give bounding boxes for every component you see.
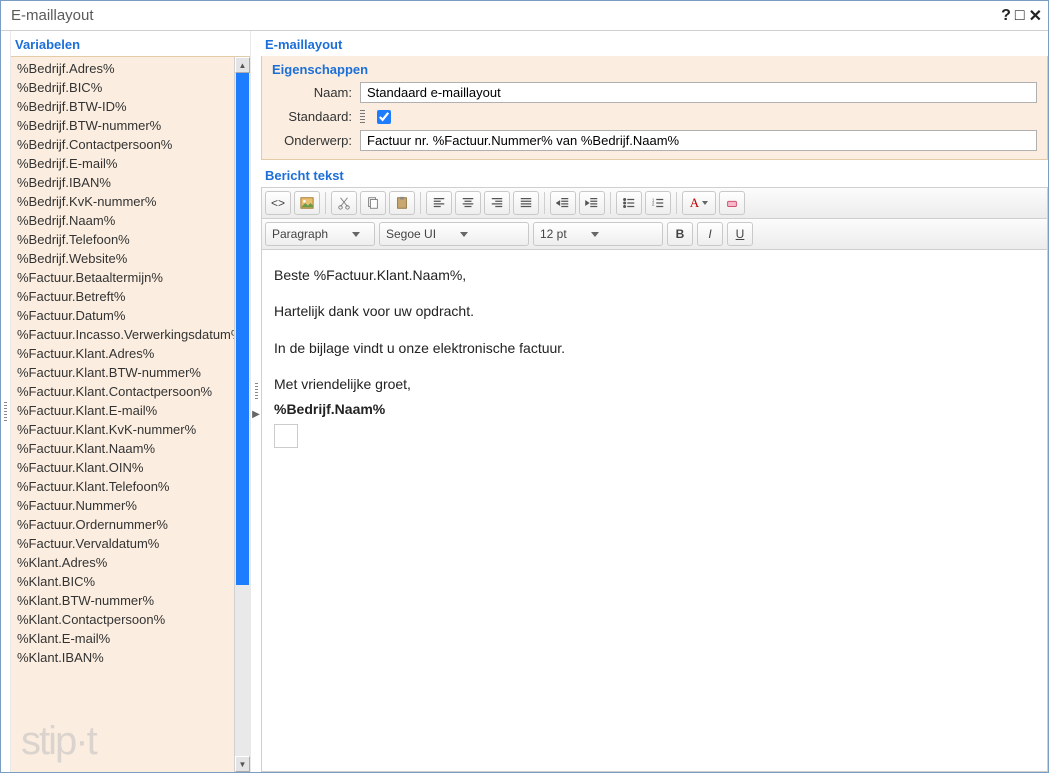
name-label: Naam:: [272, 85, 352, 100]
variable-item[interactable]: %Bedrijf.Adres%: [11, 59, 234, 78]
titlebar: E-maillayout ? □ ✕: [1, 1, 1048, 31]
bold-button[interactable]: B: [667, 222, 693, 246]
font-color-button[interactable]: A: [682, 191, 716, 215]
variable-item[interactable]: %Factuur.Vervaldatum%: [11, 534, 234, 553]
variables-scrollbar[interactable]: ▲ ▼: [234, 57, 250, 772]
paragraph-select[interactable]: Paragraph: [265, 222, 375, 246]
scroll-up-icon[interactable]: ▲: [235, 57, 250, 73]
align-justify-button[interactable]: [513, 191, 539, 215]
subject-input[interactable]: [360, 130, 1037, 151]
variable-item[interactable]: %Factuur.Klant.Adres%: [11, 344, 234, 363]
copy-button[interactable]: [360, 191, 386, 215]
scroll-down-icon[interactable]: ▼: [235, 756, 250, 772]
variable-item[interactable]: %Factuur.Klant.KvK-nummer%: [11, 420, 234, 439]
window-title: E-maillayout: [11, 7, 94, 24]
variable-item[interactable]: %Bedrijf.Website%: [11, 249, 234, 268]
source-button[interactable]: <>: [265, 191, 291, 215]
editor-toolbar-2: Paragraph Segoe UI 12 pt B I U: [261, 219, 1048, 250]
chevron-right-icon: ▶: [252, 409, 260, 420]
editor-toolbar: <> 12 A: [261, 187, 1048, 219]
grip-icon: [360, 110, 365, 124]
bullet-list-button[interactable]: [616, 191, 642, 215]
variable-item[interactable]: %Factuur.Betreft%: [11, 287, 234, 306]
font-select[interactable]: Segoe UI: [379, 222, 529, 246]
align-center-button[interactable]: [455, 191, 481, 215]
variable-item[interactable]: %Bedrijf.KvK-nummer%: [11, 192, 234, 211]
help-icon[interactable]: ?: [1001, 7, 1011, 25]
close-icon[interactable]: ✕: [1029, 6, 1042, 26]
paste-button[interactable]: [389, 191, 415, 215]
properties-title: Eigenschappen: [262, 56, 1047, 79]
signature-image-placeholder: [274, 424, 298, 448]
variable-item[interactable]: %Bedrijf.E-mail%: [11, 154, 234, 173]
variable-item[interactable]: %Factuur.Betaaltermijn%: [11, 268, 234, 287]
variable-item[interactable]: %Bedrijf.Telefoon%: [11, 230, 234, 249]
message-title: Bericht tekst: [261, 160, 1048, 187]
variable-item[interactable]: %Bedrijf.BTW-nummer%: [11, 116, 234, 135]
variable-item[interactable]: %Bedrijf.IBAN%: [11, 173, 234, 192]
subject-label: Onderwerp:: [272, 133, 352, 148]
variable-item[interactable]: %Factuur.Incasso.Verwerkingsdatum%: [11, 325, 234, 344]
indent-button[interactable]: [579, 191, 605, 215]
variable-item[interactable]: %Factuur.Datum%: [11, 306, 234, 325]
variable-item[interactable]: %Factuur.Nummer%: [11, 496, 234, 515]
underline-button[interactable]: U: [727, 222, 753, 246]
editor-signature: %Bedrijf.Naam%: [274, 401, 385, 417]
variables-panel: Variabelen %Bedrijf.Adres%%Bedrijf.BIC%%…: [11, 31, 251, 772]
outdent-button[interactable]: [550, 191, 576, 215]
variable-item[interactable]: %Factuur.Klant.Telefoon%: [11, 477, 234, 496]
image-button[interactable]: [294, 191, 320, 215]
variable-item[interactable]: %Factuur.Ordernummer%: [11, 515, 234, 534]
standard-label: Standaard:: [272, 109, 352, 124]
editor-line: In de bijlage vindt u onze elektronische…: [274, 337, 1035, 359]
scroll-thumb[interactable]: [236, 73, 249, 585]
editor-line: Beste %Factuur.Klant.Naam%,: [274, 264, 1035, 286]
cut-button[interactable]: [331, 191, 357, 215]
variable-item[interactable]: %Bedrijf.Naam%: [11, 211, 234, 230]
align-left-button[interactable]: [426, 191, 452, 215]
layout-panel: E-maillayout Eigenschappen Naam: Standaa…: [261, 31, 1048, 772]
editor-line: Hartelijk dank voor uw opdracht.: [274, 300, 1035, 322]
italic-button[interactable]: I: [697, 222, 723, 246]
variable-item[interactable]: %Factuur.Klant.OIN%: [11, 458, 234, 477]
variable-item[interactable]: %Bedrijf.Contactpersoon%: [11, 135, 234, 154]
splitter-handle[interactable]: ▶: [251, 31, 261, 772]
variable-item[interactable]: %Bedrijf.BTW-ID%: [11, 97, 234, 116]
maximize-icon[interactable]: □: [1015, 7, 1025, 25]
variable-item[interactable]: %Klant.E-mail%: [11, 629, 234, 648]
variable-item[interactable]: %Factuur.Klant.E-mail%: [11, 401, 234, 420]
variable-item[interactable]: %Factuur.Klant.BTW-nummer%: [11, 363, 234, 382]
variables-list[interactable]: %Bedrijf.Adres%%Bedrijf.BIC%%Bedrijf.BTW…: [11, 57, 234, 772]
properties-group: Eigenschappen Naam: Standaard: Onderwerp…: [261, 56, 1048, 160]
svg-text:2: 2: [652, 202, 655, 207]
variable-item[interactable]: %Klant.BTW-nummer%: [11, 591, 234, 610]
variable-item[interactable]: %Factuur.Klant.Contactpersoon%: [11, 382, 234, 401]
name-input[interactable]: [360, 82, 1037, 103]
message-editor[interactable]: Beste %Factuur.Klant.Naam%, Hartelijk da…: [261, 250, 1048, 772]
variable-item[interactable]: %Bedrijf.BIC%: [11, 78, 234, 97]
variable-item[interactable]: %Klant.IBAN%: [11, 648, 234, 667]
variables-title: Variabelen: [11, 31, 250, 56]
fontsize-select[interactable]: 12 pt: [533, 222, 663, 246]
layout-title: E-maillayout: [261, 31, 1048, 56]
editor-line: Met vriendelijke groet,: [274, 373, 1035, 395]
number-list-button[interactable]: 12: [645, 191, 671, 215]
variable-item[interactable]: %Klant.Contactpersoon%: [11, 610, 234, 629]
variable-item[interactable]: %Klant.BIC%: [11, 572, 234, 591]
clear-format-button[interactable]: [719, 191, 745, 215]
standard-checkbox[interactable]: [377, 110, 391, 124]
variable-item[interactable]: %Klant.Adres%: [11, 553, 234, 572]
align-right-button[interactable]: [484, 191, 510, 215]
variable-item[interactable]: %Factuur.Klant.Naam%: [11, 439, 234, 458]
left-collapse-handle[interactable]: [1, 31, 11, 772]
